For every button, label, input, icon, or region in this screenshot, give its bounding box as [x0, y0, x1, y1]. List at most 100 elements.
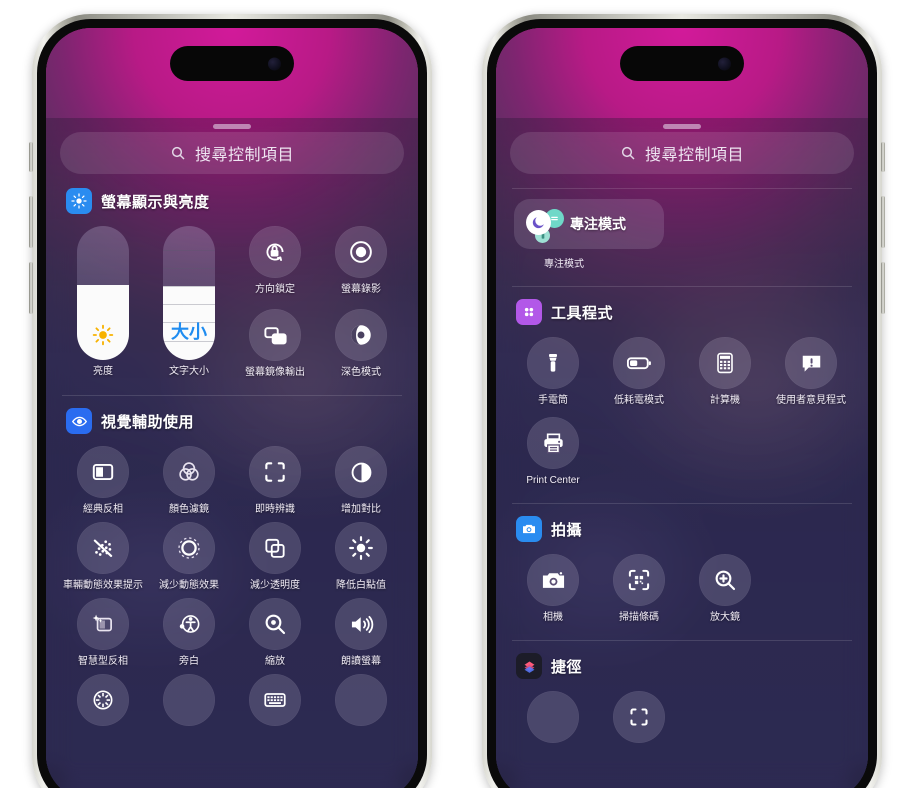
blank-icon — [335, 674, 387, 726]
section-divider — [512, 188, 852, 189]
control-center-right: 搜尋控制項目 專注模式 專注模式 工具程式 手電筒 低耗電模式 計算機 使用者意… — [496, 132, 868, 788]
record-circle-icon — [335, 226, 387, 278]
brightness-sun-icon — [66, 188, 92, 214]
capture-grid: 相機 掃描條碼 放大鏡 — [510, 554, 854, 624]
control-code-scan[interactable]: 掃描條碼 — [596, 554, 682, 624]
control-label: 顏色濾鏡 — [169, 504, 209, 515]
side-button-upper[interactable] — [881, 196, 885, 248]
search-icon — [170, 145, 186, 161]
power-button[interactable] — [881, 142, 885, 172]
control-orientation-lock[interactable]: 方向鎖定 — [232, 226, 318, 296]
control-label: 手電筒 — [538, 395, 568, 406]
volume-down-button[interactable] — [29, 262, 33, 314]
section-divider — [62, 395, 402, 396]
control-shortcut-blank[interactable] — [510, 691, 596, 749]
moon-icon — [526, 210, 551, 235]
brightness-slider[interactable] — [77, 226, 129, 360]
control-keyboard[interactable] — [232, 674, 318, 732]
control-magnifier[interactable]: 放大鏡 — [682, 554, 768, 624]
control-reduce-white-point[interactable]: 降低白點值 — [318, 522, 404, 592]
control-label: 相機 — [543, 612, 563, 623]
control-blank-b[interactable] — [318, 674, 404, 732]
shortcuts-grid — [510, 691, 854, 749]
control-vehicle-motion-cues[interactable]: 車輛動態效果提示 — [60, 522, 146, 592]
dynamic-island — [620, 46, 744, 81]
control-assistive-touch[interactable] — [60, 674, 146, 732]
section-divider — [512, 503, 852, 504]
control-reduce-motion[interactable]: 減少動態效果 — [146, 522, 232, 592]
search-placeholder-text: 搜尋控制項目 — [194, 147, 294, 164]
control-classic-invert[interactable]: 經典反相 — [60, 446, 146, 516]
text-size-glyph: 大小 — [171, 322, 207, 342]
control-print-center[interactable]: Print Center — [510, 417, 596, 487]
control-blank-a[interactable] — [146, 674, 232, 732]
control-smart-invert[interactable]: 智慧型反相 — [60, 598, 146, 668]
qr-scan-icon — [613, 554, 665, 606]
control-label: Print Center — [526, 475, 580, 486]
dark-mode-icon — [335, 309, 387, 361]
iphone-right: 搜尋控制項目 專注模式 專注模式 工具程式 手電筒 低耗電模式 計算機 使用者意… — [482, 14, 885, 788]
vehicle-motion-cues-icon — [77, 522, 129, 574]
section-title: 工具程式 — [551, 304, 614, 322]
section-title: 螢幕顯示與亮度 — [101, 193, 210, 211]
sheet-grabber[interactable] — [213, 124, 251, 129]
screenshot-stage: 搜尋控制項目 螢幕顯示與亮度 亮度 大小 文字大小 方向鎖定 螢幕錄影 螢幕鏡像… — [0, 0, 912, 788]
volume-up-button[interactable] — [29, 196, 33, 248]
control-screen-mirror[interactable]: 螢幕鏡像輸出 — [232, 309, 318, 379]
front-camera-icon — [718, 57, 731, 70]
control-label: 智慧型反相 — [78, 656, 128, 667]
control-color-filters[interactable]: 顏色濾鏡 — [146, 446, 232, 516]
search-input[interactable]: 搜尋控制項目 — [60, 132, 404, 174]
section-header-shortcuts: 捷徑 — [516, 653, 854, 679]
focus-mode-widget[interactable]: 專注模式 — [514, 199, 664, 249]
camera-badge-icon — [516, 516, 542, 542]
control-label: 使用者意見程式 — [776, 395, 846, 406]
keyboard-icon — [249, 674, 301, 726]
search-icon — [620, 145, 636, 161]
focus-widget-label: 專注模式 — [570, 216, 626, 232]
sheet-grabber[interactable] — [663, 124, 701, 129]
blank-icon — [527, 691, 579, 743]
control-feedback[interactable]: 使用者意見程式 — [768, 337, 854, 407]
camera-icon — [527, 554, 579, 606]
live-recognition-icon — [249, 446, 301, 498]
control-dark-mode[interactable]: 深色模式 — [318, 309, 404, 379]
control-voiceover[interactable]: 旁白 — [146, 598, 232, 668]
control-low-power[interactable]: 低耗電模式 — [596, 337, 682, 407]
reduce-motion-icon — [163, 522, 215, 574]
control-label: 掃描條碼 — [619, 612, 659, 623]
control-label: 朗讀螢幕 — [341, 656, 381, 667]
zoom-magnifier-icon — [249, 598, 301, 650]
control-camera[interactable]: 相機 — [510, 554, 596, 624]
control-reduce-transparency[interactable]: 減少透明度 — [232, 522, 318, 592]
shortcuts-grid-empty-a — [682, 691, 768, 749]
battery-low-power-icon — [613, 337, 665, 389]
control-speak-screen[interactable]: 朗讀螢幕 — [318, 598, 404, 668]
control-shortcut-crop[interactable] — [596, 691, 682, 749]
magnifier-plus-icon — [699, 554, 751, 606]
section-header-display: 螢幕顯示與亮度 — [66, 188, 404, 214]
control-center-left: 搜尋控制項目 螢幕顯示與亮度 亮度 大小 文字大小 方向鎖定 螢幕錄影 螢幕鏡像… — [46, 132, 418, 788]
search-input[interactable]: 搜尋控制項目 — [510, 132, 854, 174]
feedback-exclaim-icon — [785, 337, 837, 389]
contrast-circle-icon — [335, 446, 387, 498]
control-label: 減少透明度 — [250, 580, 300, 591]
mute-button[interactable] — [29, 142, 33, 172]
flashlight-icon — [527, 337, 579, 389]
control-label: 放大鏡 — [710, 612, 740, 623]
text-size-slider[interactable]: 大小 — [163, 226, 215, 360]
control-label: 旁白 — [179, 656, 199, 667]
control-flashlight[interactable]: 手電筒 — [510, 337, 596, 407]
section-title: 視覺輔助使用 — [101, 413, 195, 431]
focus-icons — [526, 207, 564, 243]
control-zoom[interactable]: 縮放 — [232, 598, 318, 668]
shortcuts-grid-empty-b — [768, 691, 854, 749]
control-live-recognition[interactable]: 即時辨識 — [232, 446, 318, 516]
control-calculator[interactable]: 計算機 — [682, 337, 768, 407]
control-screen-record[interactable]: 螢幕錄影 — [318, 226, 404, 296]
section-header-accessibility: 視覺輔助使用 — [66, 408, 404, 434]
display-controls-row: 亮度 大小 文字大小 方向鎖定 螢幕錄影 螢幕鏡像輸出 深色模式 — [60, 226, 404, 379]
speaker-wave-icon — [335, 598, 387, 650]
side-button-lower[interactable] — [881, 262, 885, 314]
control-increase-contrast[interactable]: 增加對比 — [318, 446, 404, 516]
